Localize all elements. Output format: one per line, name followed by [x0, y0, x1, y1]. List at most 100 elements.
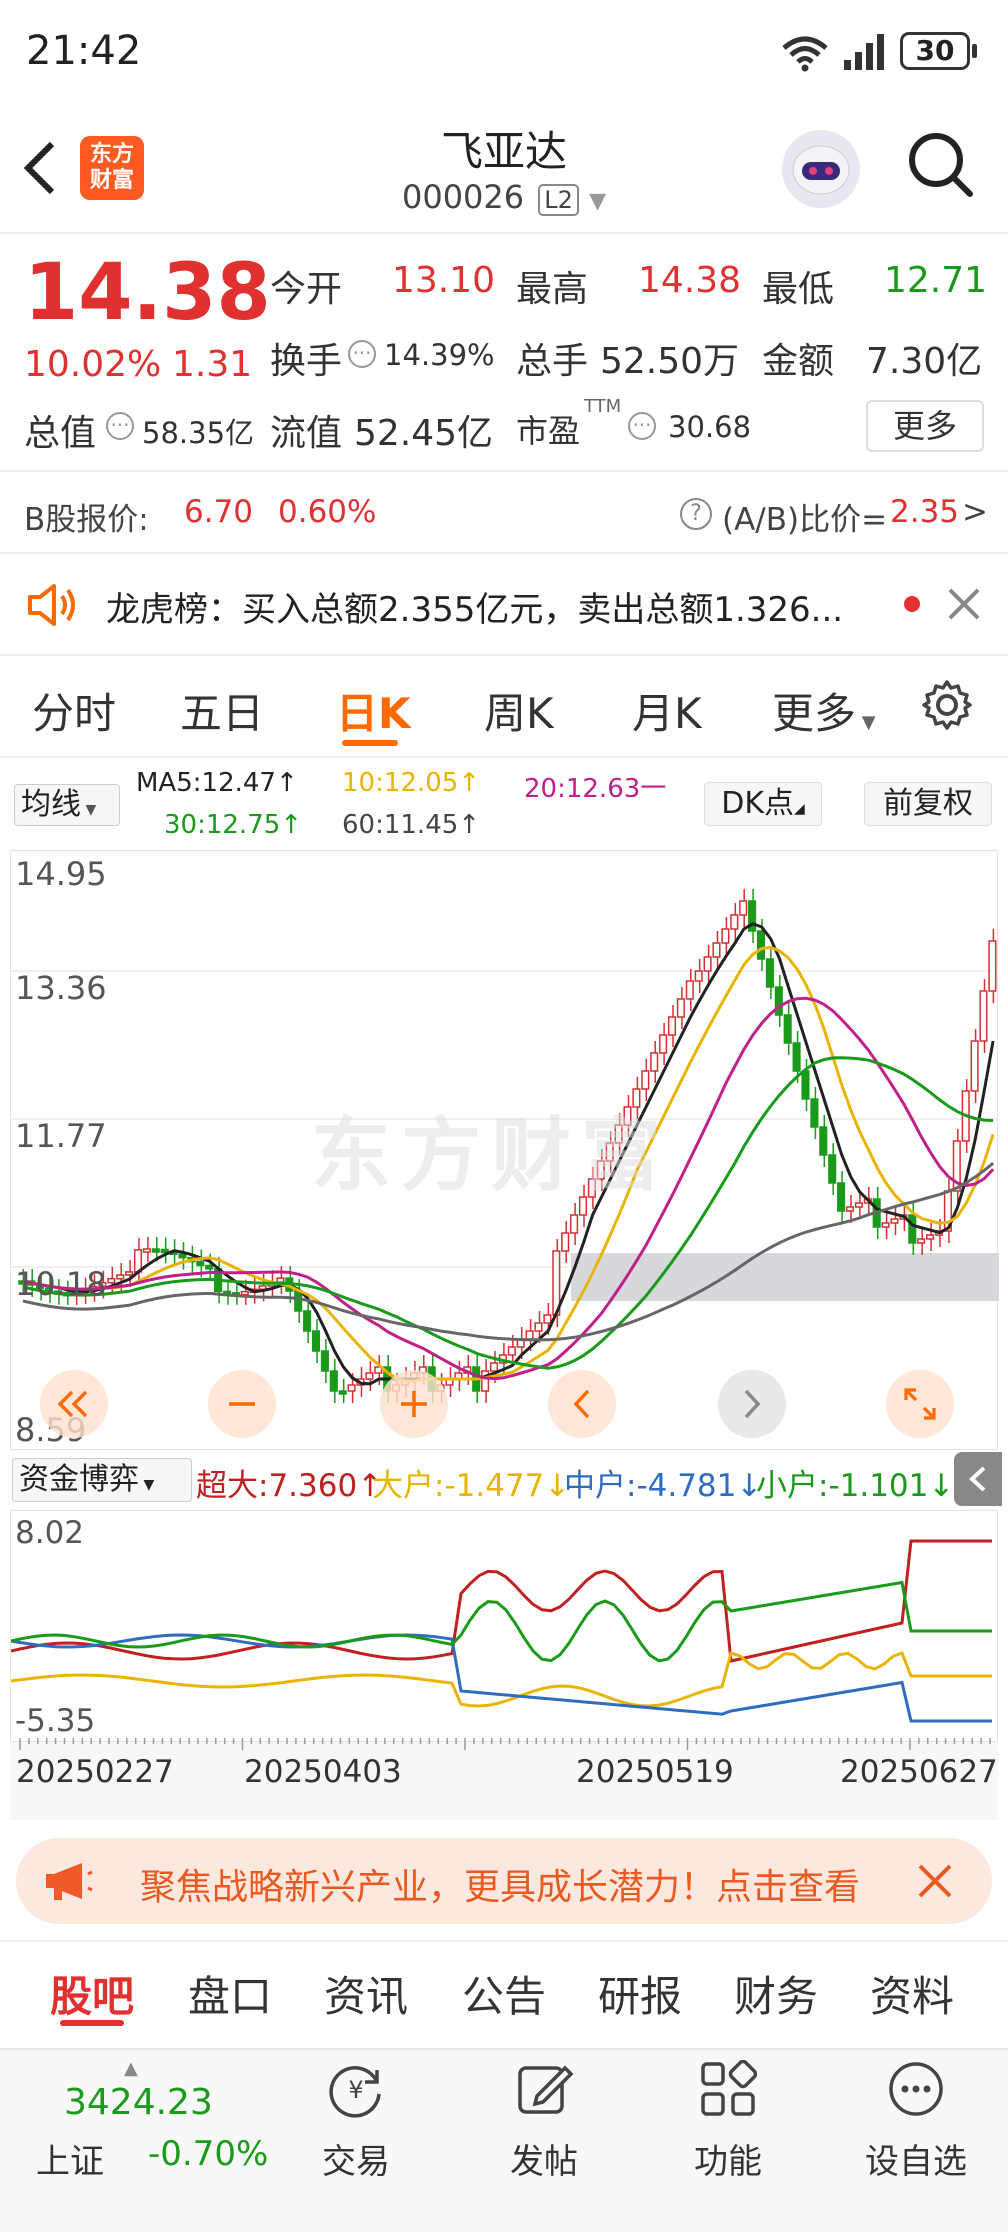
candle-body — [765, 958, 774, 988]
candle-body — [151, 1248, 160, 1253]
pe-value: 30.68 — [668, 410, 752, 444]
tab-weekly-k[interactable]: 周K — [484, 680, 554, 741]
notice-bar[interactable]: 龙虎榜：买入总额2.355亿元，卖出总额1.326... — [0, 554, 1008, 654]
candle-body — [507, 1346, 516, 1356]
megaphone-icon — [42, 1860, 94, 1906]
nav-function[interactable]: 功能 — [658, 2059, 798, 2183]
candle-body — [338, 1390, 347, 1395]
candle-body — [703, 956, 712, 972]
candle-body — [783, 1014, 792, 1044]
tab-research[interactable]: 研报 — [598, 1963, 682, 2024]
step-left-icon[interactable] — [548, 1370, 616, 1438]
date-label: 20250627 — [840, 1754, 998, 1790]
candle-body — [694, 970, 703, 982]
candle-body — [659, 1034, 668, 1054]
fast-back-icon[interactable] — [40, 1370, 108, 1438]
tab-handicap[interactable]: 盘口 — [188, 1963, 272, 2024]
speaker-icon — [26, 582, 78, 632]
dk-point-button[interactable]: DK点◢ — [704, 782, 822, 826]
more-button[interactable]: 更多 — [866, 400, 984, 452]
candle-body — [837, 1182, 846, 1212]
collapse-panel-icon[interactable] — [954, 1452, 1002, 1506]
zoom-in-icon[interactable] — [380, 1370, 448, 1438]
tab-five-day[interactable]: 五日 — [180, 680, 264, 741]
turnover-value: 14.39% — [384, 338, 495, 372]
index-widget[interactable]: ▲ 3424.23 上证 -0.70% — [20, 2058, 280, 2208]
nav-post[interactable]: 发帖 — [474, 2060, 614, 2183]
chevron-down-icon: ▼ — [589, 189, 607, 214]
high-label: 最高 — [516, 269, 589, 310]
fund-selector[interactable]: 资金博弈 ▼ — [12, 1458, 192, 1502]
date-label: 20250227 — [16, 1754, 174, 1790]
unread-dot — [904, 596, 920, 612]
info-icon[interactable]: ··· — [628, 412, 656, 440]
ma-selector[interactable]: 均线 ▼ — [14, 784, 120, 826]
tab-profile[interactable]: 资料 — [870, 1963, 954, 2024]
candle-body — [205, 1264, 214, 1270]
adjust-button[interactable]: 前复权 — [864, 782, 992, 826]
edit-icon — [518, 2065, 574, 2114]
tab-daily-k[interactable]: 日K — [336, 680, 411, 741]
ma-selector-label: 均线 — [21, 787, 81, 822]
candle-body — [303, 1310, 312, 1332]
candle-body — [329, 1370, 338, 1392]
candle-body — [890, 1218, 899, 1224]
candle-body — [917, 1238, 926, 1244]
candle-body — [828, 1154, 837, 1184]
info-icon[interactable]: ··· — [348, 340, 376, 368]
close-icon[interactable] — [946, 586, 982, 626]
promo-banner[interactable]: 聚焦战略新兴产业，更具成长潜力！点击查看 — [16, 1838, 992, 1924]
bshare-row[interactable]: B股报价: 6.70 0.60% ? (A/B)比价= 2.35 > — [0, 472, 1008, 552]
fullscreen-icon[interactable] — [886, 1370, 954, 1438]
status-time: 21:42 — [26, 28, 142, 74]
high-value: 14.38 — [638, 260, 742, 301]
candle-body — [641, 1070, 650, 1090]
kline-chart[interactable]: 东方财富 14.95 13.36 11.77 10.18 8.59 — [10, 850, 999, 1450]
tab-more[interactable]: 更多 ▼ — [772, 680, 876, 741]
candle-body — [489, 1362, 499, 1372]
candle-body — [810, 1098, 819, 1128]
battery-icon: 30 — [900, 32, 970, 70]
candle-body — [756, 930, 766, 960]
ab-ratio-label: (A/B)比价= — [722, 502, 888, 538]
ma60-label: 60:11.45↑ — [342, 810, 481, 840]
nav-trade-label: 交易 — [322, 2142, 390, 2182]
tab-announcement[interactable]: 公告 — [462, 1963, 546, 2024]
candle-body — [481, 1370, 490, 1392]
fund-small-label: 小户:-1.101↓ — [756, 1468, 955, 1504]
candle-body — [276, 1277, 285, 1283]
y-axis-3: 11.77 — [15, 1117, 107, 1155]
price-change: 1.31 — [172, 344, 253, 385]
candle-body — [650, 1052, 659, 1072]
tab-guba[interactable]: 股吧 — [50, 1963, 134, 2024]
zoom-out-icon[interactable] — [208, 1370, 276, 1438]
help-icon[interactable]: ? — [680, 498, 712, 530]
step-right-icon[interactable] — [718, 1370, 786, 1438]
price-band — [571, 1253, 999, 1301]
chevron-right-icon: > — [962, 494, 988, 530]
candle-body — [525, 1330, 534, 1340]
fund-flow-chart[interactable]: 8.02 -5.35 — [10, 1510, 998, 1742]
nav-watchlist[interactable]: 设自选 — [846, 2060, 986, 2183]
info-icon[interactable]: ··· — [106, 412, 134, 440]
y-axis-4: 10.18 — [15, 1265, 107, 1303]
turnover-label: 换手 — [270, 341, 343, 382]
search-icon[interactable] — [906, 130, 976, 204]
battery-tip — [972, 44, 977, 58]
close-icon[interactable] — [916, 1862, 954, 1904]
tab-news[interactable]: 资讯 — [324, 1963, 408, 2024]
settings-gear-icon[interactable] — [920, 678, 974, 736]
robot-assistant-icon[interactable] — [782, 130, 860, 208]
last-price: 14.38 — [24, 248, 271, 338]
fund-flow-svg — [11, 1539, 992, 1723]
tab-monthly-k[interactable]: 月K — [632, 680, 702, 741]
active-tab-indicator — [342, 740, 398, 746]
open-value: 13.10 — [392, 260, 496, 301]
tab-finance[interactable]: 财务 — [734, 1963, 818, 2024]
pe-label: 市盈 — [516, 412, 581, 450]
bshare-pct: 0.60% — [278, 494, 377, 530]
float-value: 52.45亿 — [354, 413, 494, 454]
tab-intraday[interactable]: 分时 — [32, 680, 116, 741]
nav-trade[interactable]: ¥ 交易 — [286, 2060, 426, 2183]
caret-down-icon: ▼ — [139, 1477, 155, 1493]
